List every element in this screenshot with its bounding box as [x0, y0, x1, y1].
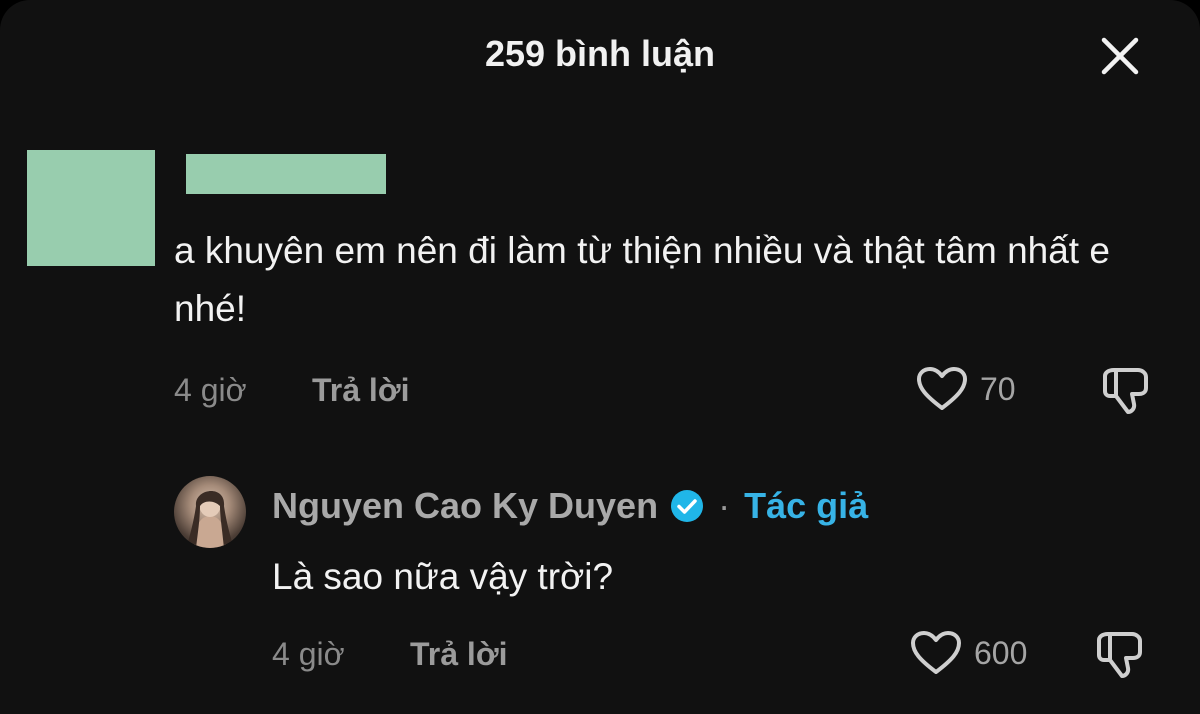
separator-dot: ·: [718, 485, 731, 526]
author-tag: Tác giả: [744, 485, 869, 526]
comment-text: Là sao nữa vậy trời?: [272, 556, 614, 597]
avatar-image: [186, 490, 234, 548]
dislike-icon[interactable]: [1094, 630, 1146, 680]
comments-panel: 259 bình luận a khuyên em nên đi làm từ …: [0, 0, 1200, 714]
comment-text: a khuyên em nên đi làm từ thiện nhiều và…: [174, 230, 1110, 329]
avatar[interactable]: [174, 476, 246, 548]
verified-badge-icon: [671, 490, 704, 522]
heart-icon: [917, 367, 967, 410]
like-count: 600: [974, 635, 1028, 671]
comments-count-title: 259 bình luận: [484, 33, 716, 74]
redacted-avatar[interactable]: [27, 150, 155, 266]
close-icon: [1101, 37, 1139, 75]
reply-button[interactable]: Trả lời: [312, 370, 409, 410]
redacted-username[interactable]: [186, 154, 386, 194]
like-button[interactable]: 70: [916, 366, 1016, 412]
dislike-icon[interactable]: [1100, 366, 1152, 416]
author-name[interactable]: Nguyen Cao Ky Duyen: [272, 482, 658, 530]
comment-timestamp: 4 giờ: [174, 372, 247, 408]
comment-timestamp: 4 giờ: [272, 636, 345, 672]
like-count: 70: [980, 371, 1016, 407]
author-row: Nguyen Cao Ky Duyen · Tác giả: [272, 482, 868, 530]
comment-item: a khuyên em nên đi làm từ thiện nhiều và…: [0, 146, 1200, 416]
reply-button[interactable]: Trả lời: [410, 634, 507, 674]
heart-icon: [911, 631, 961, 674]
comment-item: Nguyen Cao Ky Duyen · Tác giả Là sao nữa…: [0, 476, 1200, 696]
close-button[interactable]: [1096, 36, 1144, 76]
like-button[interactable]: 600: [910, 630, 1027, 676]
